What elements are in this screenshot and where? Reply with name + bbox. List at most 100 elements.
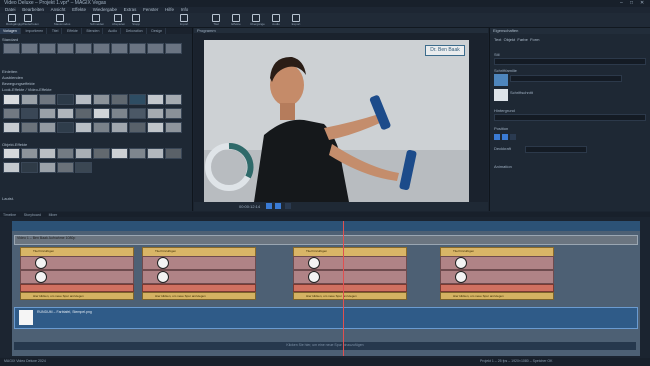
- effect-thumb[interactable]: [93, 122, 110, 136]
- template-thumb[interactable]: [129, 43, 146, 57]
- effect-thumb[interactable]: [147, 94, 164, 108]
- object-thumb[interactable]: [3, 148, 20, 162]
- tab-mixer[interactable]: Mixer: [46, 213, 61, 218]
- play-button[interactable]: Abspielen: [112, 14, 125, 26]
- tab-storyboard[interactable]: Storyboard: [21, 213, 44, 218]
- tab-decoration[interactable]: Dekoration: [123, 28, 147, 34]
- effect-thumb[interactable]: [111, 122, 128, 136]
- effect-thumb[interactable]: [93, 108, 110, 122]
- template-thumb[interactable]: [165, 43, 182, 57]
- effect-thumb[interactable]: [129, 108, 146, 122]
- font-style-swatch[interactable]: [494, 89, 508, 101]
- section-outro[interactable]: Ausblenden: [2, 75, 23, 80]
- red-clip[interactable]: [142, 284, 256, 292]
- object-thumb[interactable]: [57, 162, 74, 176]
- object-thumb[interactable]: [39, 148, 56, 162]
- align-right-button[interactable]: [510, 134, 516, 140]
- tab-object[interactable]: Objekt: [504, 37, 516, 42]
- effect-thumb[interactable]: [57, 108, 74, 122]
- section-volume[interactable]: Lautst.: [2, 196, 14, 201]
- section-intro[interactable]: Einleiten: [2, 69, 17, 74]
- tab-import[interactable]: Importieren: [23, 28, 48, 34]
- tab-fades[interactable]: Blenden: [84, 28, 104, 34]
- zoom-clip[interactable]: [440, 270, 554, 284]
- undo-button[interactable]: Rückgängig: [6, 14, 22, 26]
- effect-thumb[interactable]: [165, 122, 182, 136]
- video-frame[interactable]: Dr. Ben Baak: [204, 40, 469, 202]
- playhead[interactable]: [343, 221, 344, 356]
- import-button[interactable]: Import: [178, 14, 190, 26]
- add-track-area[interactable]: Klicken Sie hier, um eine neue Spur hinz…: [14, 342, 636, 350]
- object-thumb[interactable]: [165, 148, 182, 162]
- effect-clip[interactable]: [142, 256, 256, 270]
- tab-templates[interactable]: Vorlagen: [0, 28, 21, 34]
- effect-thumb[interactable]: [3, 108, 20, 122]
- font-family-dropdown[interactable]: [510, 75, 622, 82]
- redo-button[interactable]: Wiederholen: [22, 14, 39, 26]
- template-thumb[interactable]: [21, 43, 38, 57]
- effect-thumb[interactable]: [39, 122, 56, 136]
- close-button[interactable]: ✕: [640, 0, 644, 7]
- object-thumb[interactable]: [21, 162, 38, 176]
- tab-shape[interactable]: Form: [530, 37, 539, 42]
- title-button[interactable]: Titel: [210, 14, 222, 26]
- red-clip[interactable]: [20, 284, 134, 292]
- effect-thumb[interactable]: [165, 94, 182, 108]
- effect-thumb[interactable]: [111, 94, 128, 108]
- object-thumb[interactable]: [3, 162, 20, 176]
- section-look-effects[interactable]: Look-Effekte / Video-Effekte: [2, 87, 52, 92]
- template-thumb[interactable]: [57, 43, 74, 57]
- time-ruler[interactable]: [12, 221, 640, 231]
- effect-thumb[interactable]: [39, 94, 56, 108]
- play-icon[interactable]: [266, 203, 272, 209]
- red-clip[interactable]: [293, 284, 407, 292]
- template-thumb[interactable]: [39, 43, 56, 57]
- object-thumb[interactable]: [75, 148, 92, 162]
- object-thumb[interactable]: [147, 148, 164, 162]
- object-thumb[interactable]: [93, 148, 110, 162]
- tab-titles[interactable]: Titel: [49, 28, 63, 34]
- effect-thumb[interactable]: [3, 94, 20, 108]
- object-thumb[interactable]: [75, 162, 92, 176]
- effect-thumb[interactable]: [21, 122, 38, 136]
- effect-thumb[interactable]: [3, 122, 20, 136]
- effect-thumb[interactable]: [75, 94, 92, 108]
- effect-thumb[interactable]: [93, 94, 110, 108]
- object-thumb[interactable]: [39, 162, 56, 176]
- overlay-track[interactable]: RUNDUM – Farbtafel, Stempel.png: [14, 307, 638, 329]
- effect-clip[interactable]: [293, 256, 407, 270]
- preview-tab[interactable]: Programm: [197, 28, 216, 33]
- audio-button[interactable]: Audio: [270, 14, 282, 26]
- effects-button[interactable]: Effekte: [230, 14, 242, 26]
- main-video-clip[interactable]: Video 1 – Ben Baak Aufnahme 1080p: [14, 235, 638, 245]
- stop-button[interactable]: Stopp: [130, 14, 142, 26]
- tab-design[interactable]: Design: [148, 28, 167, 34]
- transitions-button[interactable]: Übergänge: [250, 14, 265, 26]
- effect-thumb[interactable]: [147, 122, 164, 136]
- object-thumb[interactable]: [129, 148, 146, 162]
- object-thumb[interactable]: [57, 148, 74, 162]
- effect-thumb[interactable]: [165, 108, 182, 122]
- align-center-button[interactable]: [502, 134, 508, 140]
- template-thumb[interactable]: [93, 43, 110, 57]
- cut-button[interactable]: Schneiden: [90, 14, 104, 26]
- stop-icon[interactable]: [275, 203, 281, 209]
- effect-thumb[interactable]: [57, 122, 74, 136]
- add-track-clip[interactable]: Hier klicken, um neue Spur anzulegen: [20, 292, 134, 300]
- zoom-clip[interactable]: [293, 270, 407, 284]
- style-dropdown[interactable]: [494, 58, 646, 65]
- add-track-clip[interactable]: Hier klicken, um neue Spur anzulegen: [440, 292, 554, 300]
- effect-thumb[interactable]: [21, 94, 38, 108]
- tab-color[interactable]: Farbe: [517, 37, 527, 42]
- template-thumb[interactable]: [75, 43, 92, 57]
- effect-clip[interactable]: [440, 256, 554, 270]
- template-thumb[interactable]: [3, 43, 20, 57]
- template-thumb[interactable]: [111, 43, 128, 57]
- tab-effects[interactable]: Effekte: [64, 28, 82, 34]
- effect-thumb[interactable]: [75, 122, 92, 136]
- mouse-mode-button[interactable]: Mausmodus: [54, 14, 70, 26]
- tab-text[interactable]: Text: [494, 37, 501, 42]
- effect-thumb[interactable]: [111, 108, 128, 122]
- section-standard[interactable]: Standard: [2, 37, 18, 42]
- maximize-button[interactable]: □: [630, 0, 633, 7]
